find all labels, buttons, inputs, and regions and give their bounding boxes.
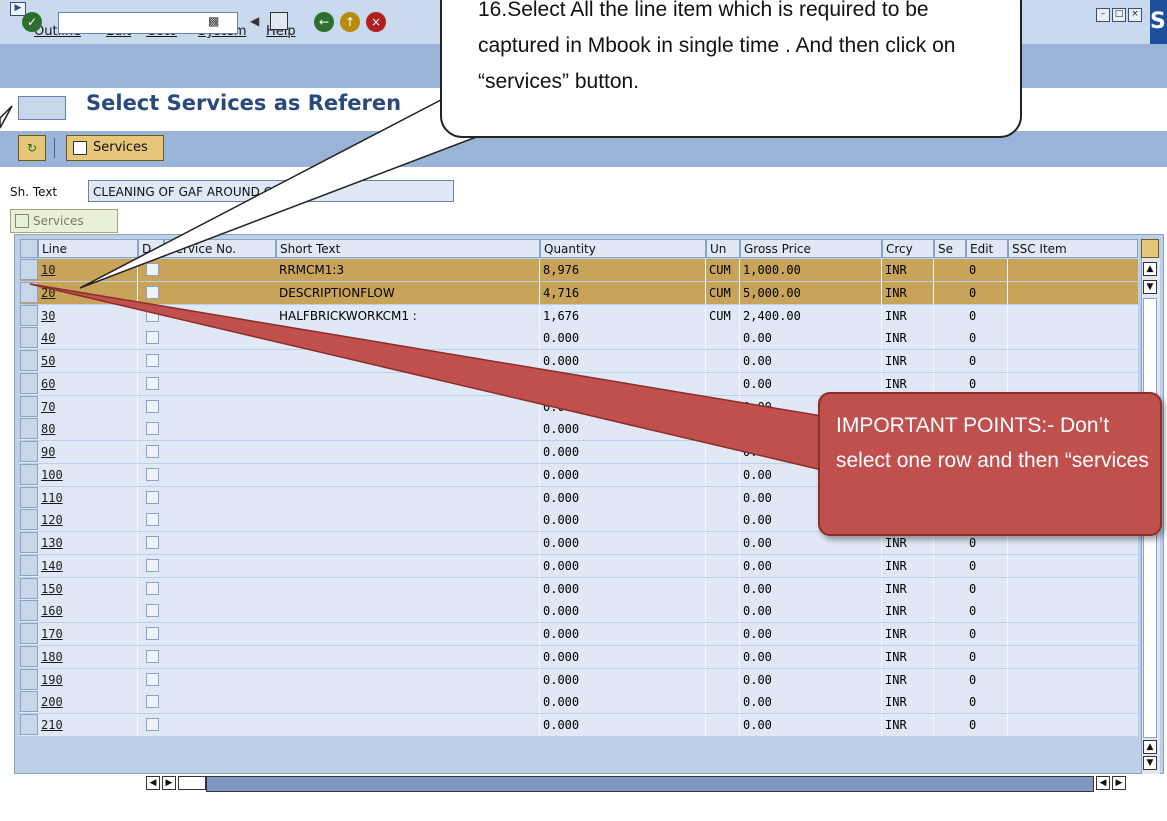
important-callout-pointer [29, 283, 823, 471]
important-callout-text: IMPORTANT POINTS:- Don’t select one row … [836, 414, 1149, 472]
instruction-callout-text: 16.Select All the line item which is req… [478, 0, 956, 93]
top-callout-pointer [79, 89, 502, 289]
left-pointer [0, 105, 13, 129]
